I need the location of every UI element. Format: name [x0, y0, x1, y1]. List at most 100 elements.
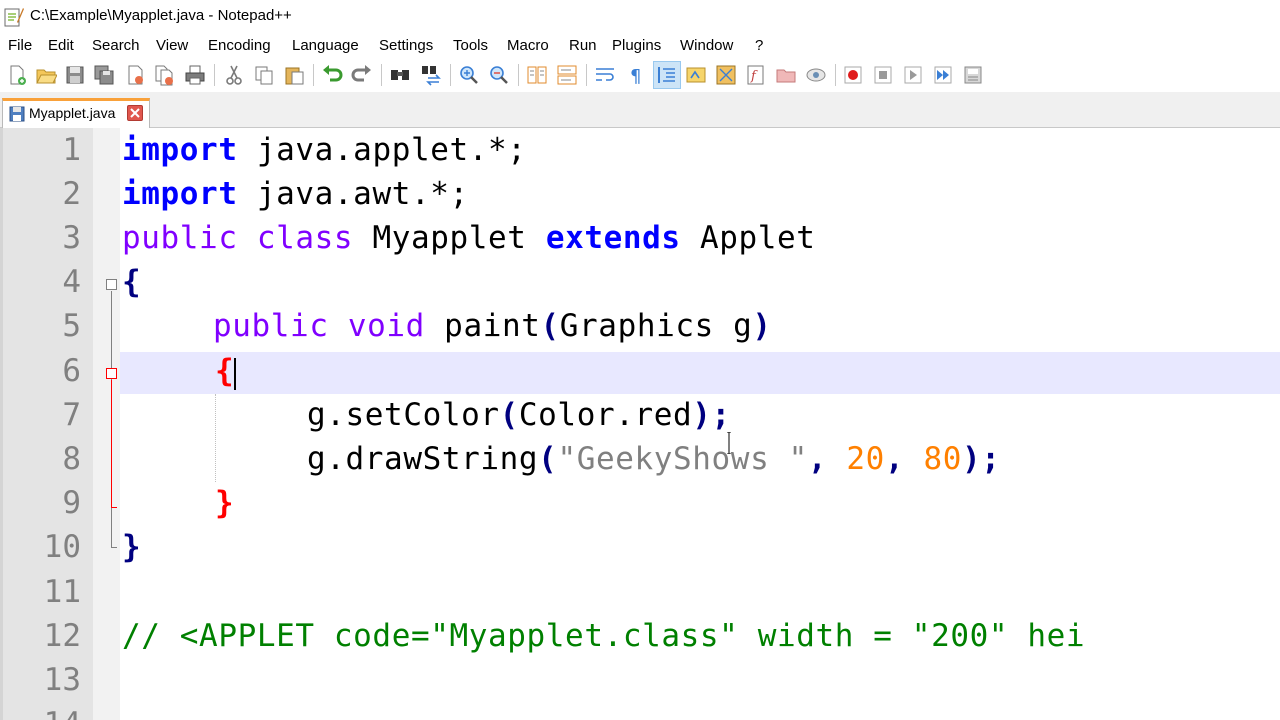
code-line-1: import java.applet.*;	[122, 132, 527, 168]
show-all-characters-icon[interactable]: ¶	[624, 64, 646, 86]
menu-file[interactable]: File	[8, 37, 32, 54]
fold-toggle-method[interactable]	[106, 368, 117, 379]
class-name: Myapplet	[353, 220, 546, 256]
modifier-token: public	[122, 220, 238, 256]
text-cursor-icon	[727, 432, 731, 454]
toolbar: ¶ f	[0, 58, 1280, 92]
play-macro-icon[interactable]	[902, 64, 924, 86]
keyword-token: import	[122, 176, 238, 212]
document-map-icon[interactable]	[715, 64, 737, 86]
matched-brace-token: }	[215, 485, 235, 521]
line-number: 2	[62, 176, 81, 212]
operator-token: (	[538, 441, 558, 477]
tab-label: Myapplet.java	[29, 105, 116, 121]
run-macro-multiple-icon[interactable]	[932, 64, 954, 86]
fold-toggle-class[interactable]	[106, 279, 117, 290]
cut-icon[interactable]	[223, 64, 245, 86]
save-macro-icon[interactable]	[962, 64, 984, 86]
toolbar-separator	[381, 64, 382, 86]
save-all-icon[interactable]	[93, 64, 115, 86]
print-icon[interactable]	[184, 64, 206, 86]
line-number: 8	[62, 441, 81, 477]
operator-token: );	[962, 441, 1001, 477]
paste-icon[interactable]	[283, 64, 305, 86]
operator-token: (	[499, 397, 519, 433]
keyword-token: import	[122, 132, 238, 168]
line-number: 11	[43, 574, 81, 610]
line-number-gutter: 1 2 3 4 5 6 7 8 9 10 11 12 13 14	[3, 128, 93, 720]
fold-end	[111, 547, 117, 548]
menu-plugins[interactable]: Plugins	[612, 37, 661, 54]
menu-help[interactable]: ?	[755, 37, 763, 54]
line-number: 3	[62, 220, 81, 256]
find-icon[interactable]	[389, 64, 411, 86]
menu-macro[interactable]: Macro	[507, 37, 549, 54]
close-icon[interactable]	[124, 64, 146, 86]
menu-language[interactable]: Language	[292, 37, 359, 54]
code-line-4: {	[122, 264, 141, 300]
copy-icon[interactable]	[253, 64, 275, 86]
code-text: java.awt.*;	[237, 176, 469, 212]
tab-close-icon[interactable]	[127, 105, 143, 121]
menu-edit[interactable]: Edit	[48, 37, 74, 54]
brace-token: {	[122, 264, 142, 300]
word-wrap-icon[interactable]	[594, 64, 616, 86]
window-title: C:\Example\Myapplet.java - Notepad++	[30, 7, 292, 24]
code-editor[interactable]: 1 2 3 4 5 6 7 8 9 10 11 12 13 14 import …	[0, 128, 1280, 720]
toolbar-separator	[586, 64, 587, 86]
code-text: Graphics g	[559, 308, 753, 344]
notepadplusplus-app-icon	[4, 8, 24, 27]
modifier-token: void	[347, 308, 425, 344]
sync-horizontal-icon[interactable]	[556, 64, 578, 86]
brace-token: }	[122, 529, 142, 565]
user-language-icon[interactable]	[685, 64, 707, 86]
tab-myapplet-java[interactable]: Myapplet.java	[2, 98, 150, 128]
undo-icon[interactable]	[321, 64, 343, 86]
code-line-5: public void paint(Graphics g)	[213, 308, 772, 344]
record-macro-icon[interactable]	[842, 64, 864, 86]
replace-icon[interactable]	[420, 64, 442, 86]
code-line-6: {	[215, 353, 234, 389]
new-file-icon[interactable]	[6, 64, 28, 86]
operator-token: );	[692, 397, 731, 433]
code-text: g.setColor	[307, 397, 500, 433]
code-text: java.applet.*;	[237, 132, 527, 168]
matched-brace-token: {	[215, 353, 235, 389]
line-number: 14	[3, 706, 81, 720]
stop-recording-icon[interactable]	[872, 64, 894, 86]
menu-encoding[interactable]: Encoding	[208, 37, 271, 54]
current-line-highlight	[120, 352, 1280, 394]
saved-file-icon	[9, 106, 25, 122]
zoom-out-icon[interactable]	[488, 64, 510, 86]
indent-guide-icon[interactable]	[656, 64, 678, 86]
function-list-icon[interactable]: f	[745, 64, 767, 86]
close-all-icon[interactable]	[153, 64, 175, 86]
code-text: g.drawString	[307, 441, 539, 477]
menu-window[interactable]: Window	[680, 37, 733, 54]
menu-run[interactable]: Run	[569, 37, 597, 54]
line-number: 10	[43, 529, 81, 565]
text-caret	[234, 358, 236, 390]
code-line-9: }	[215, 485, 234, 521]
fold-margin	[93, 128, 120, 720]
menu-tools[interactable]: Tools	[453, 37, 488, 54]
toolbar-separator	[518, 64, 519, 86]
tab-bar: Myapplet.java	[0, 92, 1280, 128]
menu-search[interactable]: Search	[92, 37, 140, 54]
open-file-icon[interactable]	[35, 64, 57, 86]
menu-view[interactable]: View	[156, 37, 188, 54]
operator-token: ,	[884, 441, 924, 477]
monitoring-icon[interactable]	[805, 64, 827, 86]
line-number: 4	[62, 264, 81, 300]
indent-guide	[215, 394, 216, 482]
save-icon[interactable]	[64, 64, 86, 86]
zoom-in-icon[interactable]	[458, 64, 480, 86]
modifier-token: class	[256, 220, 354, 256]
sync-vertical-icon[interactable]	[526, 64, 548, 86]
redo-icon[interactable]	[351, 64, 373, 86]
menu-settings[interactable]: Settings	[379, 37, 433, 54]
modifier-token: public	[213, 308, 329, 344]
keyword-token: extends	[545, 220, 681, 256]
folder-workspace-icon[interactable]	[775, 64, 797, 86]
line-number: 9	[62, 485, 81, 521]
